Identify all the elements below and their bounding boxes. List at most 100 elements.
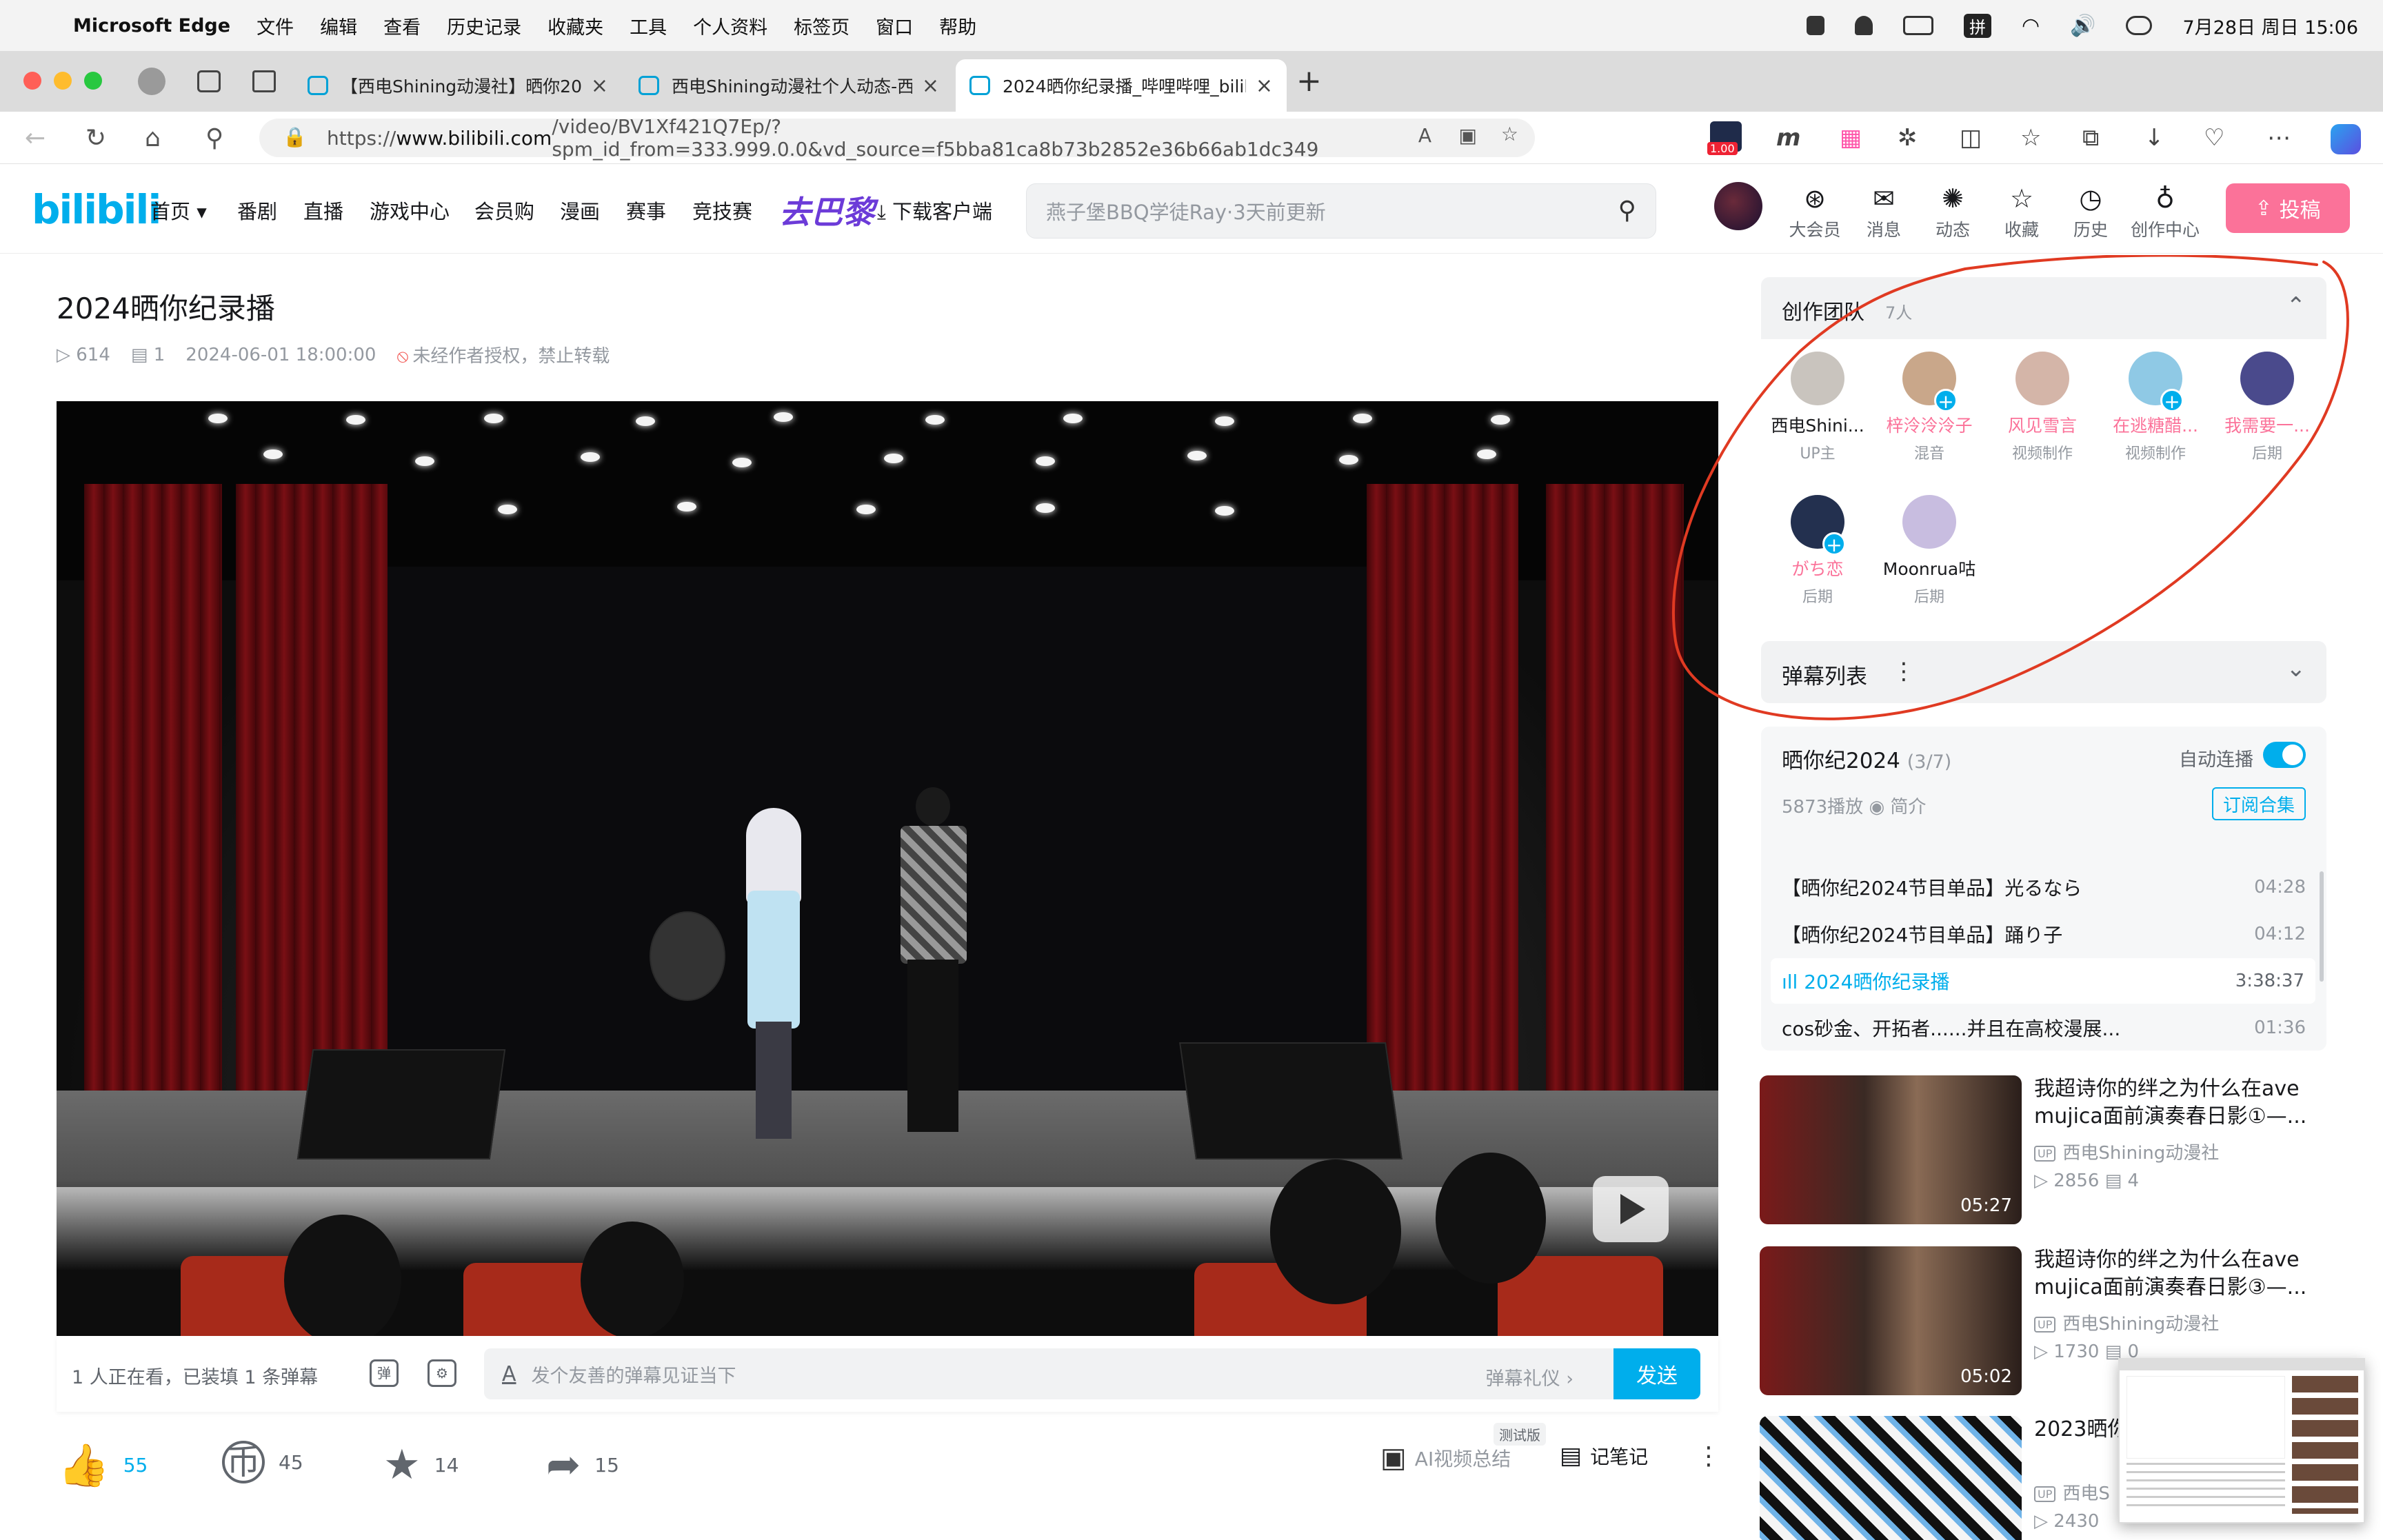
favorite-star-icon[interactable]: ☆ (1501, 123, 1518, 145)
video-thumbnail[interactable] (1760, 1416, 2022, 1540)
close-tab-icon[interactable]: × (591, 74, 608, 98)
bilibili-logo[interactable]: bilibili (32, 186, 161, 233)
close-tab-icon[interactable]: × (922, 74, 939, 98)
close-window-button[interactable] (23, 72, 41, 90)
dynamic-entry[interactable]: ✺ 动态 (1925, 183, 1980, 241)
menu-edit[interactable]: 编辑 (320, 12, 357, 39)
nav-competition[interactable]: 竞技赛 (692, 196, 752, 225)
nav-live[interactable]: 直播 (303, 196, 343, 225)
danmaku-style-icon[interactable]: A (502, 1362, 516, 1386)
history-entry[interactable]: ◷ 历史 (2063, 183, 2118, 241)
back-icon[interactable]: ← (25, 124, 46, 152)
extensions-puzzle-icon[interactable]: ✲ (1898, 124, 1918, 152)
danmaku-toggle-icon[interactable]: 弹 (370, 1359, 399, 1387)
menu-profile[interactable]: 个人资料 (693, 12, 767, 39)
profile-icon[interactable] (138, 68, 165, 95)
menu-app-name[interactable]: Microsoft Edge (73, 15, 230, 37)
video-thumbnail[interactable]: 05:02 (1760, 1246, 2022, 1395)
control-center-icon[interactable] (2126, 16, 2153, 35)
collections-icon[interactable]: ⧉ (2082, 124, 2099, 152)
app-available-icon[interactable]: ▣ (1459, 124, 1477, 147)
tab-3-active[interactable]: 2024晒你纪录播_哔哩哔哩_bilibili × (956, 59, 1287, 112)
uploader-name[interactable]: 西电Shining动漫社 (2034, 1310, 2219, 1335)
cat-icon[interactable] (1806, 16, 1824, 35)
zoom-window-button[interactable] (84, 72, 102, 90)
workspaces-icon[interactable] (197, 70, 221, 92)
extension-pink-icon[interactable]: ▦ (1840, 124, 1862, 152)
coin-button[interactable]: 币 45 (222, 1441, 303, 1483)
video-thumbnail[interactable]: 05:27 (1760, 1075, 2022, 1224)
video-title-link[interactable]: 我超诗你的绊之为什么在ave mujica面前演奏春日影③—... (2034, 1246, 2324, 1301)
tab-1[interactable]: 【西电Shining动漫社】晒你2024 × (294, 59, 622, 112)
copilot-icon[interactable] (2331, 124, 2361, 154)
episode-item[interactable]: cos砂金、开拓者......并且在高校漫展... 01:36 (1782, 1005, 2306, 1051)
vip-entry[interactable]: ⊛ 大会员 (1787, 183, 1842, 241)
menu-window[interactable]: 窗口 (876, 12, 913, 39)
episode-item[interactable]: ıll 2024晒你纪录播 3:38:37 (1771, 958, 2315, 1004)
search-icon[interactable]: ⚲ (1618, 196, 1636, 225)
danmaku-settings-icon[interactable]: ⚙ (428, 1359, 456, 1387)
vertical-tabs-icon[interactable] (252, 70, 276, 92)
episode-item[interactable]: 【晒你纪2024节目单品】踊り子 04:12 (1782, 911, 2306, 957)
like-button[interactable]: 👍 55 (58, 1441, 148, 1490)
split-screen-icon[interactable]: ◫ (1960, 124, 1982, 152)
home-icon[interactable]: ⌂ (145, 124, 161, 152)
menu-tools[interactable]: 工具 (630, 12, 667, 39)
reload-icon[interactable]: ↻ (86, 124, 106, 152)
address-bar[interactable]: 🔒 https://www.bilibili.com/video/BV1Xf42… (259, 115, 1535, 161)
more-options-icon[interactable]: ⋮ (1696, 1442, 1721, 1470)
input-method-icon[interactable]: 拼 (1963, 13, 1991, 38)
search-input[interactable]: 燕子堡BBQ学徒Ray·3天前更新 ⚲ (1026, 183, 1656, 239)
download-icon[interactable]: ↓ (2144, 124, 2164, 152)
nav-paris-banner[interactable]: 去巴黎 (779, 188, 874, 233)
nav-mall[interactable]: 会员购 (474, 196, 534, 225)
menu-view[interactable]: 查看 (383, 12, 421, 39)
tab-2[interactable]: 西电Shining动漫社个人动态-西电 × (625, 59, 953, 112)
nav-bangumi[interactable]: 番剧 (237, 196, 277, 225)
bell-icon[interactable] (1854, 16, 1873, 35)
episode-scrollbar[interactable] (2320, 871, 2324, 982)
take-note-button[interactable]: ▤ 记笔记 (1560, 1442, 1648, 1470)
message-entry[interactable]: ✉ 消息 (1856, 183, 1911, 241)
video-title-link[interactable]: 我超诗你的绊之为什么在ave mujica面前演奏春日影①—... (2034, 1075, 2324, 1131)
danmaku-input[interactable]: A 发个友善的弹幕见证当下 弹幕礼仪 › (484, 1348, 1670, 1399)
menu-file[interactable]: 文件 (257, 12, 294, 39)
minimize-window-button[interactable] (54, 72, 72, 90)
ai-summary-button[interactable]: ▣ AI视频总结 (1380, 1442, 1511, 1474)
upload-button[interactable]: ⇪ 投稿 (2226, 183, 2350, 233)
search-icon[interactable]: ⚲ (205, 124, 223, 152)
wifi-icon[interactable]: ◠ (2022, 14, 2040, 38)
video-player[interactable] (57, 401, 1718, 1336)
favorites-entry[interactable]: ☆ 收藏 (1994, 183, 2049, 241)
nav-home[interactable]: 首页 ▾ (150, 196, 207, 225)
menu-history[interactable]: 历史记录 (447, 12, 521, 39)
recommended-video[interactable]: 05:27 我超诗你的绊之为什么在ave mujica面前演奏春日影①—... 西电… (1760, 1075, 2332, 1224)
screenshot-thumbnail-preview[interactable] (2118, 1358, 2365, 1523)
nav-game-center[interactable]: 游戏中心 (370, 196, 450, 225)
play-overlay-icon[interactable] (1593, 1176, 1669, 1242)
menu-favorites[interactable]: 收藏夹 (547, 12, 603, 39)
favorites-icon[interactable]: ☆ (2020, 124, 2041, 152)
send-danmaku-button[interactable]: 发送 (1613, 1348, 1700, 1399)
menubar-clock[interactable]: 7月28日 周日 15:06 (2182, 12, 2358, 39)
nav-esports[interactable]: 赛事 (626, 196, 666, 225)
browser-essentials-icon[interactable]: ♡ (2204, 124, 2224, 152)
menu-tabs[interactable]: 标签页 (794, 12, 849, 39)
uploader-name[interactable]: 西电Shining动漫社 (2034, 1139, 2219, 1164)
user-avatar[interactable] (1714, 182, 1762, 230)
battery-icon[interactable] (1902, 16, 1933, 35)
new-tab-button[interactable]: + (1296, 63, 1322, 99)
uploader-name[interactable]: 西电S (2034, 1479, 2110, 1505)
creator-center-entry[interactable]: ♁ 创作中心 (2131, 183, 2200, 241)
lock-icon[interactable]: 🔒 (283, 125, 307, 148)
download-client-link[interactable]: ⤓ 下载客户端 (877, 196, 992, 225)
volume-icon[interactable]: 🔊 (2070, 14, 2095, 38)
favorite-button[interactable]: ★ 14 (383, 1441, 459, 1489)
menu-help[interactable]: 帮助 (939, 12, 976, 39)
share-button[interactable]: ➦ 15 (546, 1441, 619, 1489)
more-menu-icon[interactable]: ⋯ (2267, 124, 2291, 152)
read-aloud-icon[interactable]: A (1418, 124, 1431, 147)
close-tab-icon[interactable]: × (1256, 74, 1273, 98)
extension-m-icon[interactable]: m (1776, 124, 1800, 152)
nav-manga[interactable]: 漫画 (560, 196, 600, 225)
